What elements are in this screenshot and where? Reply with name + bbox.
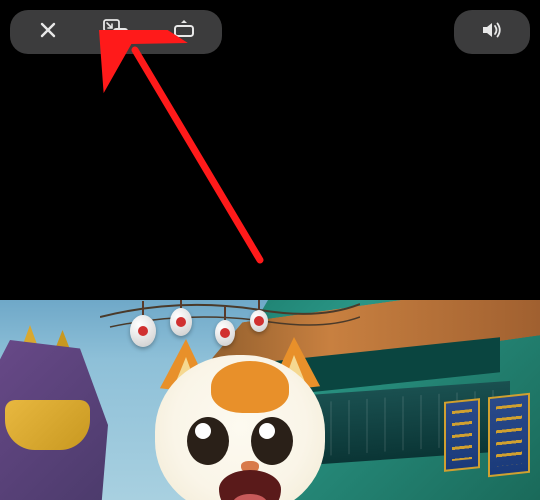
- aspect-ratio-icon: [172, 18, 196, 47]
- cat-fur-patch: [211, 361, 289, 413]
- lantern: [130, 315, 156, 347]
- aspect-ratio-button[interactable]: [150, 14, 218, 50]
- video-frame: [0, 300, 540, 500]
- banner: [488, 393, 530, 477]
- close-icon: [38, 20, 58, 45]
- character-collar: [5, 400, 90, 450]
- cat-character: [145, 345, 335, 500]
- annotation-arrow: [40, 30, 300, 290]
- picture-in-picture-button[interactable]: [82, 14, 150, 50]
- character-left: [0, 340, 115, 500]
- cat-eye: [187, 417, 229, 465]
- picture-in-picture-icon: [103, 19, 129, 46]
- cat-mouth: [219, 470, 281, 500]
- player-controls-left: [10, 10, 222, 54]
- banner: [444, 398, 480, 472]
- cat-head: [155, 355, 325, 500]
- lantern: [250, 310, 268, 332]
- close-button[interactable]: [14, 14, 82, 50]
- player-controls-right: [454, 10, 530, 54]
- lantern: [170, 308, 192, 336]
- lantern: [215, 320, 235, 346]
- volume-button[interactable]: [458, 14, 526, 50]
- speaker-icon: [481, 20, 503, 45]
- cat-eye: [251, 417, 293, 465]
